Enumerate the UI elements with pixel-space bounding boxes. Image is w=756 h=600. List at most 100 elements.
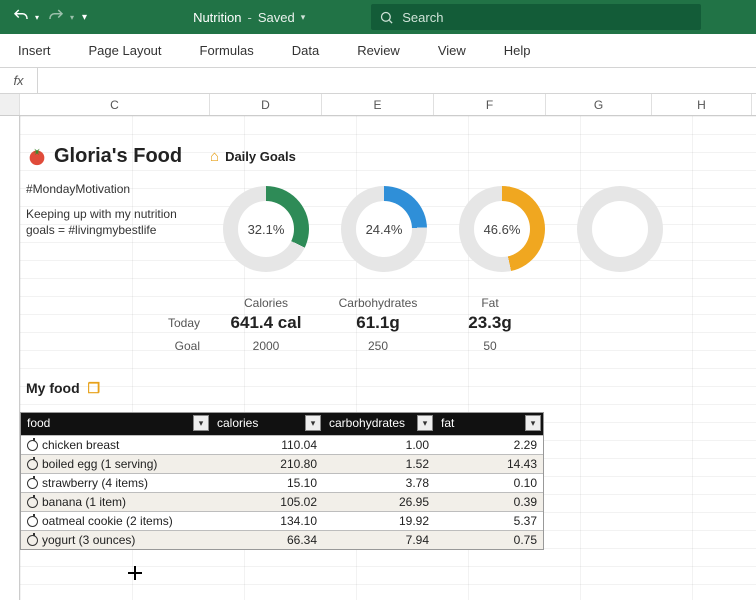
cell-carbs[interactable]: 1.00 [323, 436, 435, 454]
search-input[interactable] [402, 10, 693, 25]
table-row[interactable]: banana (1 item)105.0226.950.39 [21, 492, 543, 511]
metric-header: Calories [210, 296, 322, 310]
table-header-row: food▾ calories▾ carbohydrates▾ fat▾ [21, 413, 543, 435]
my-food-heading: My food ❐ [26, 380, 100, 397]
tab-data[interactable]: Data [288, 39, 323, 62]
filter-dropdown-icon[interactable]: ▾ [305, 415, 321, 431]
search-box[interactable] [371, 4, 701, 30]
worksheet[interactable]: Gloria's Food ⌂ Daily Goals #MondayMotiv… [0, 116, 756, 600]
cell-calories[interactable]: 134.10 [211, 512, 323, 530]
table-row[interactable]: yogurt (3 ounces)66.347.940.75 [21, 530, 543, 549]
cell-fat[interactable]: 14.43 [435, 455, 543, 473]
filter-dropdown-icon[interactable]: ▾ [193, 415, 209, 431]
undo-button[interactable] [8, 5, 34, 29]
fx-label[interactable]: fx [0, 68, 38, 93]
tab-insert[interactable]: Insert [14, 39, 55, 62]
daily-goals-heading: ⌂ Daily Goals [210, 148, 350, 165]
donut-chart: 46.6% [452, 186, 552, 272]
column-header[interactable]: E [322, 94, 434, 115]
table-row[interactable]: boiled egg (1 serving)210.801.5214.43 [21, 454, 543, 473]
food-icon [27, 497, 38, 508]
tab-review[interactable]: Review [353, 39, 404, 62]
cell-carbs[interactable]: 7.94 [323, 531, 435, 549]
search-icon [379, 10, 394, 25]
th-fat: fat▾ [435, 413, 543, 435]
metrics-block: Calories Carbohydrates Fat Today 641.4 c… [20, 296, 660, 356]
food-icon [27, 459, 38, 470]
redo-dropdown-icon[interactable]: ▾ [70, 13, 74, 22]
cell-food[interactable]: strawberry (4 items) [21, 474, 211, 492]
donut-charts: 32.1% 24.4% 46.6% [216, 186, 670, 272]
qat-customize-icon[interactable]: ▾ [82, 12, 87, 23]
cell-food[interactable]: boiled egg (1 serving) [21, 455, 211, 473]
daily-goals-text: Daily Goals [225, 149, 296, 164]
goal-fat: 50 [434, 339, 546, 353]
cell-carbs[interactable]: 26.95 [323, 493, 435, 511]
food-table: food▾ calories▾ carbohydrates▾ fat▾ chic… [20, 412, 544, 550]
cell-fat[interactable]: 5.37 [435, 512, 543, 530]
donut-value: 24.4% [356, 201, 412, 257]
donut-chart: 24.4% [334, 186, 434, 272]
my-food-text: My food [26, 380, 80, 396]
goal-icon: ⌂ [210, 148, 219, 165]
today-carbs: 61.1g [322, 313, 434, 333]
undo-icon [12, 7, 30, 25]
tab-help[interactable]: Help [500, 39, 535, 62]
cell-fat[interactable]: 0.39 [435, 493, 543, 511]
food-icon [27, 440, 38, 451]
filter-dropdown-icon[interactable]: ▾ [525, 415, 541, 431]
column-header[interactable]: C [20, 94, 210, 115]
cell-carbs[interactable]: 19.92 [323, 512, 435, 530]
tag-icon: ❐ [88, 380, 101, 396]
column-headers: C D E F G H [0, 94, 756, 116]
tab-view[interactable]: View [434, 39, 470, 62]
formula-input[interactable] [38, 68, 756, 93]
tab-page-layout[interactable]: Page Layout [85, 39, 166, 62]
title-bar: ▾ ▾ ▾ Nutrition - Saved ▾ [0, 0, 756, 34]
th-food: food▾ [21, 413, 211, 435]
cell-carbs[interactable]: 3.78 [323, 474, 435, 492]
table-row[interactable]: chicken breast110.041.002.29 [21, 435, 543, 454]
filter-dropdown-icon[interactable]: ▾ [417, 415, 433, 431]
page-title-text: Gloria's Food [54, 145, 182, 168]
column-header[interactable]: G [546, 94, 652, 115]
goal-calories: 2000 [210, 339, 322, 353]
cell-fat[interactable]: 0.10 [435, 474, 543, 492]
cell-calories[interactable]: 110.04 [211, 436, 323, 454]
table-row[interactable]: oatmeal cookie (2 items)134.1019.925.37 [21, 511, 543, 530]
cell-food[interactable]: chicken breast [21, 436, 211, 454]
food-icon [27, 516, 38, 527]
cell-carbs[interactable]: 1.52 [323, 455, 435, 473]
today-label: Today [20, 316, 210, 330]
donut-value: 46.6% [474, 201, 530, 257]
cell-fat[interactable]: 0.75 [435, 531, 543, 549]
undo-dropdown-icon[interactable]: ▾ [35, 13, 39, 22]
today-calories: 641.4 cal [210, 313, 322, 333]
redo-icon [47, 7, 65, 25]
donut-value: 32.1% [238, 201, 294, 257]
table-row[interactable]: strawberry (4 items)15.103.780.10 [21, 473, 543, 492]
document-title[interactable]: Nutrition - Saved ▾ [193, 10, 305, 25]
donut-chart [570, 186, 670, 272]
column-header[interactable]: F [434, 94, 546, 115]
column-header[interactable]: H [652, 94, 752, 115]
cell-food[interactable]: yogurt (3 ounces) [21, 531, 211, 549]
cell-food[interactable]: banana (1 item) [21, 493, 211, 511]
redo-button[interactable] [43, 5, 69, 29]
page-title: Gloria's Food [20, 145, 210, 168]
donut-value [592, 201, 648, 257]
cell-calories[interactable]: 66.34 [211, 531, 323, 549]
column-header[interactable]: D [210, 94, 322, 115]
cell-fat[interactable]: 2.29 [435, 436, 543, 454]
select-all-corner[interactable] [0, 94, 20, 115]
formula-bar: fx [0, 68, 756, 94]
cell-calories[interactable]: 105.02 [211, 493, 323, 511]
quick-access-toolbar: ▾ ▾ ▾ [8, 5, 87, 29]
note-text: Keeping up with my nutrition goals = #li… [26, 206, 204, 238]
cell-calories[interactable]: 15.10 [211, 474, 323, 492]
tab-formulas[interactable]: Formulas [196, 39, 258, 62]
cell-calories[interactable]: 210.80 [211, 455, 323, 473]
cell-food[interactable]: oatmeal cookie (2 items) [21, 512, 211, 530]
row-gutter[interactable] [0, 116, 20, 600]
title-dropdown-icon[interactable]: ▾ [301, 12, 306, 23]
